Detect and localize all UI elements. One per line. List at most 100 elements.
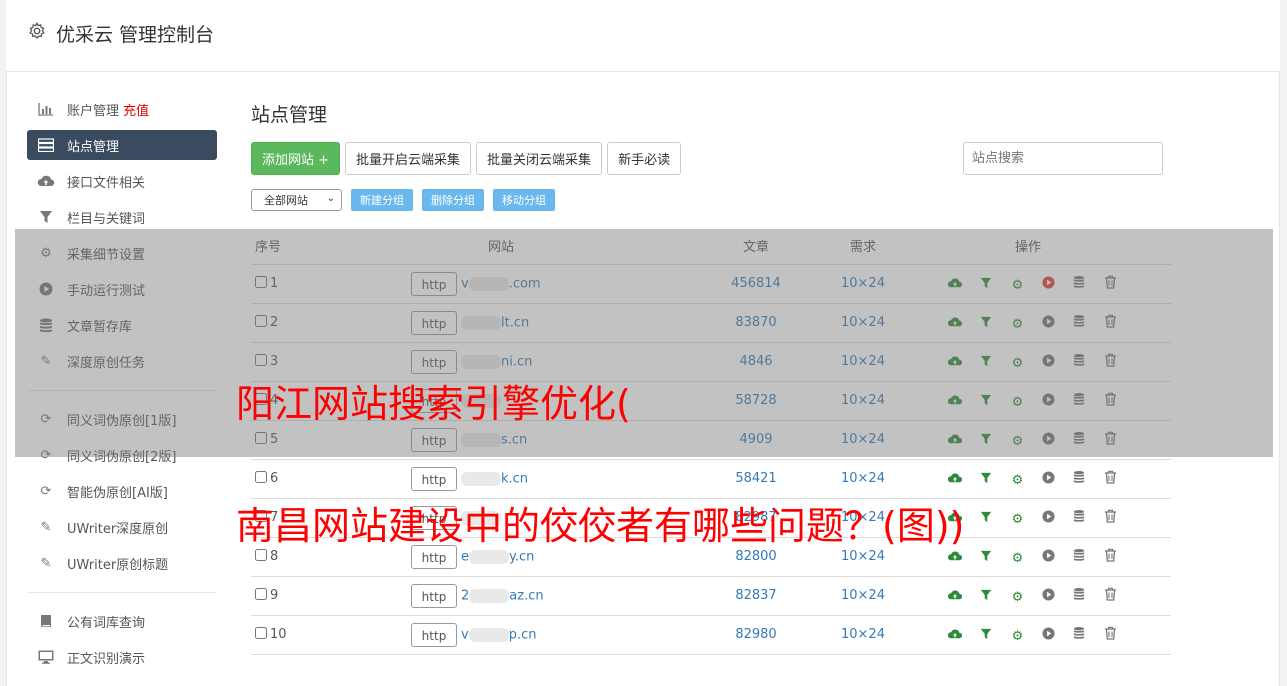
cloud-upload-icon[interactable] bbox=[947, 550, 964, 566]
cogs-icon[interactable]: ⚙ bbox=[1009, 551, 1026, 566]
play-icon[interactable] bbox=[1040, 548, 1057, 566]
cogs-icon[interactable]: ⚙ bbox=[1009, 473, 1026, 488]
row-ops-cell: ⚙ bbox=[884, 615, 1171, 655]
sidebar-item-text-recognition[interactable]: 正文识别演示 bbox=[27, 642, 217, 672]
redacted-domain bbox=[461, 471, 501, 486]
row-site-cell: http k.cn bbox=[331, 459, 671, 499]
domain-prefix[interactable]: 2 bbox=[461, 588, 469, 603]
row-checkbox[interactable] bbox=[255, 471, 267, 483]
database-icon[interactable] bbox=[1071, 626, 1088, 644]
protocol-badge[interactable]: http bbox=[411, 622, 457, 647]
domain-suffix[interactable]: az.cn bbox=[509, 588, 543, 603]
article-count[interactable]: 82980 bbox=[671, 615, 841, 655]
sidebar-item-ai-rewrite[interactable]: ⟳ 智能伪原创[AI版] bbox=[27, 476, 217, 506]
database-icon[interactable] bbox=[1071, 587, 1088, 605]
cloud-upload-icon[interactable] bbox=[947, 628, 964, 644]
cogs-icon[interactable]: ⚙ bbox=[1009, 629, 1026, 644]
sidebar-item-uwriter-deep[interactable]: ✎ UWriter深度原创 bbox=[27, 512, 217, 542]
filter-icon bbox=[37, 209, 55, 225]
app-title: 优采云 管理控制台 bbox=[56, 24, 215, 46]
demand-value[interactable]: 10×24 bbox=[841, 615, 885, 655]
play-icon[interactable] bbox=[1040, 626, 1057, 644]
table-row: 9 http 2 az.cn 82837 10×24 ⚙ bbox=[251, 576, 1171, 616]
overlay-headline-2: 南昌网站建设中的佼佼者有哪些问题？(图)) bbox=[236, 504, 965, 548]
book-icon bbox=[37, 613, 55, 629]
redacted-domain bbox=[469, 549, 509, 564]
group-controls: 全部网站 ⌄ 新建分组 删除分组 移动分组 bbox=[251, 189, 555, 211]
cloud-upload-icon bbox=[37, 173, 55, 189]
demand-value[interactable]: 10×24 bbox=[841, 459, 885, 499]
cogs-icon[interactable]: ⚙ bbox=[1009, 512, 1026, 527]
trash-icon[interactable] bbox=[1102, 470, 1119, 488]
filter-icon[interactable] bbox=[978, 550, 995, 566]
domain-suffix[interactable]: k.cn bbox=[501, 471, 528, 486]
domain-suffix[interactable]: y.cn bbox=[509, 549, 534, 564]
trash-icon[interactable] bbox=[1102, 548, 1119, 566]
filter-icon[interactable] bbox=[978, 511, 995, 527]
site-search-input[interactable] bbox=[963, 142, 1163, 175]
domain-suffix[interactable]: p.cn bbox=[509, 627, 537, 642]
trash-icon[interactable] bbox=[1102, 587, 1119, 605]
filter-icon[interactable] bbox=[978, 472, 995, 488]
beginner-guide-button[interactable]: 新手必读 bbox=[607, 142, 682, 175]
play-icon[interactable] bbox=[1040, 509, 1057, 527]
domain-prefix[interactable]: v bbox=[461, 627, 469, 642]
filter-icon[interactable] bbox=[978, 589, 995, 605]
batch-disable-cloud-button[interactable]: 批量关闭云端采集 bbox=[476, 142, 603, 175]
delete-group-button[interactable]: 删除分组 bbox=[422, 189, 484, 211]
row-site-cell: http v p.cn bbox=[331, 615, 671, 655]
batch-enable-cloud-button[interactable]: 批量开启云端采集 bbox=[345, 142, 472, 175]
sidebar-item-label: 账户管理 bbox=[67, 103, 120, 119]
new-group-button[interactable]: 新建分组 bbox=[351, 189, 413, 211]
overlay-headline-1: 阳江网站搜索引擎优化( bbox=[236, 382, 631, 426]
group-select-value: 全部网站 bbox=[264, 194, 308, 207]
trash-icon[interactable] bbox=[1102, 509, 1119, 527]
sidebar-item-label: UWriter原创标题 bbox=[67, 557, 169, 573]
cloud-upload-icon[interactable] bbox=[947, 589, 964, 605]
cogs-icon[interactable]: ⚙ bbox=[1009, 590, 1026, 605]
article-count[interactable]: 82837 bbox=[671, 576, 841, 616]
sidebar-item-label: 栏目与关键词 bbox=[67, 211, 146, 227]
table-row: 10 http v p.cn 82980 10×24 ⚙ bbox=[251, 615, 1171, 655]
play-icon[interactable] bbox=[1040, 587, 1057, 605]
sidebar-item-label: 接口文件相关 bbox=[67, 175, 146, 191]
row-number: 8 bbox=[270, 549, 279, 564]
row-checkbox[interactable] bbox=[255, 549, 267, 561]
chevron-down-icon: ⌄ bbox=[326, 193, 335, 204]
sidebar-divider bbox=[27, 592, 217, 593]
sidebar-item-columns-keywords[interactable]: 栏目与关键词 bbox=[27, 202, 217, 232]
article-count[interactable]: 58421 bbox=[671, 459, 841, 499]
domain-prefix[interactable]: e bbox=[461, 549, 469, 564]
sidebar-item-sites[interactable]: 站点管理 bbox=[27, 130, 217, 160]
sidebar-item-interface-files[interactable]: 接口文件相关 bbox=[27, 166, 217, 196]
gear-icon[interactable] bbox=[28, 22, 46, 40]
redacted-domain bbox=[469, 588, 510, 603]
sidebar-item-uwriter-title[interactable]: ✎ UWriter原创标题 bbox=[27, 548, 217, 578]
database-icon[interactable] bbox=[1071, 470, 1088, 488]
row-ops-cell: ⚙ bbox=[884, 459, 1171, 499]
sidebar-item-account[interactable]: 账户管理 充值 bbox=[27, 94, 217, 124]
cloud-upload-icon[interactable] bbox=[947, 472, 964, 488]
refresh-icon: ⟳ bbox=[40, 483, 52, 499]
database-icon[interactable] bbox=[1071, 548, 1088, 566]
add-site-button[interactable]: 添加网站 + bbox=[251, 142, 341, 175]
row-num-cell: 6 bbox=[251, 459, 331, 499]
database-icon[interactable] bbox=[1071, 509, 1088, 527]
sidebar-item-public-lexicon[interactable]: 公有词库查询 bbox=[27, 606, 217, 636]
recharge-link[interactable]: 充值 bbox=[123, 100, 149, 119]
row-checkbox[interactable] bbox=[255, 627, 267, 639]
play-icon[interactable] bbox=[1040, 470, 1057, 488]
trash-icon[interactable] bbox=[1102, 626, 1119, 644]
sidebar-item-label: 智能伪原创[AI版] bbox=[67, 485, 168, 501]
move-group-button[interactable]: 移动分组 bbox=[493, 189, 555, 211]
page-title: 站点管理 bbox=[251, 104, 328, 126]
row-num-cell: 10 bbox=[251, 615, 331, 655]
demand-value[interactable]: 10×24 bbox=[841, 576, 885, 616]
toolbar: 添加网站 + 批量开启云端采集 批量关闭云端采集 新手必读 bbox=[251, 142, 682, 175]
group-select[interactable]: 全部网站 ⌄ bbox=[251, 189, 342, 211]
protocol-badge[interactable]: http bbox=[411, 466, 457, 491]
filter-icon[interactable] bbox=[978, 628, 995, 644]
protocol-badge[interactable]: http bbox=[411, 583, 457, 608]
row-site-cell: http 2 az.cn bbox=[331, 576, 671, 616]
row-checkbox[interactable] bbox=[255, 588, 267, 600]
